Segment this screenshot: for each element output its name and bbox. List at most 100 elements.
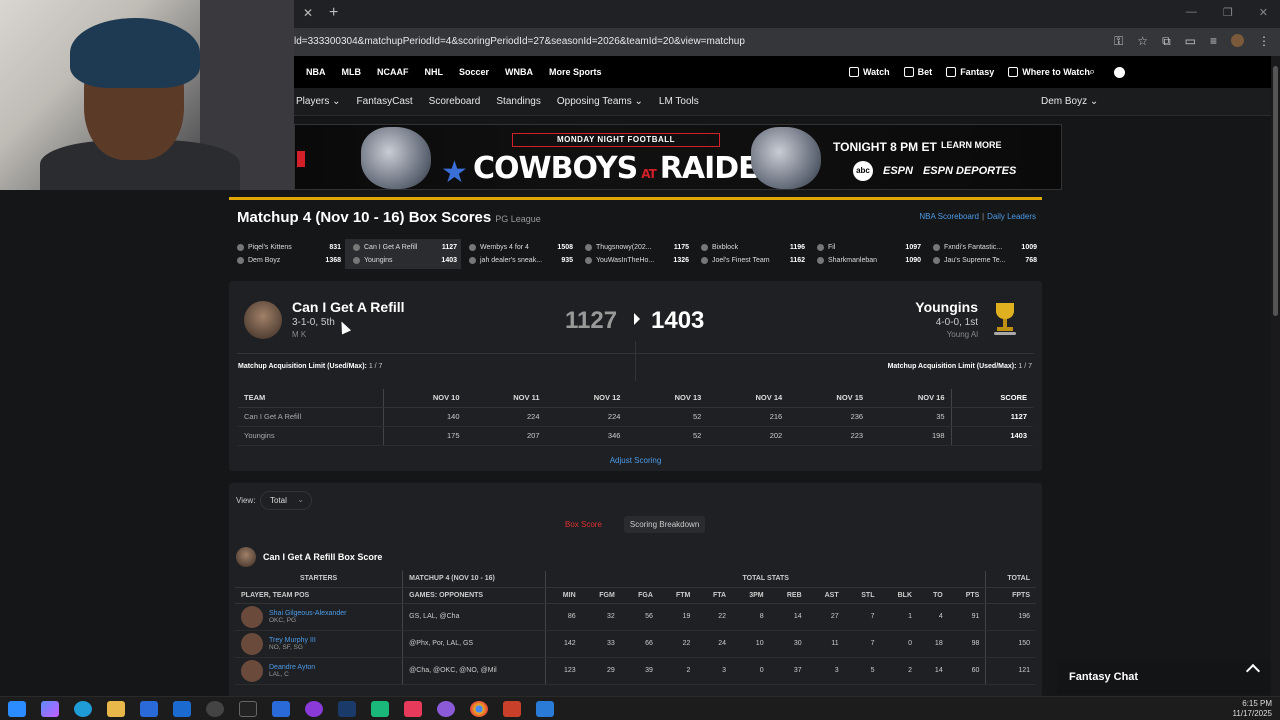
taskbar-clock[interactable]: 6:15 PM 11/17/2025: [1233, 699, 1272, 719]
player-games: GS, LAL, @Cha: [402, 603, 547, 631]
ticker-matchup[interactable]: Wembys 4 for 4 1508 jah dealer's sneak...…: [461, 239, 577, 269]
acq-value: 1 / 7: [368, 363, 383, 370]
ticker-matchup[interactable]: Fxndi's Fantastic... 1009 Jau's Supreme T…: [925, 239, 1041, 269]
ticker-matchup[interactable]: Thugsnowy(202... 1175 YouWasInTheHo... 132…: [577, 239, 693, 269]
nav-standings[interactable]: Standings: [496, 96, 540, 107]
tiktok-icon[interactable]: [404, 701, 422, 717]
stat-fpts: 150: [985, 630, 1036, 658]
edge-icon[interactable]: [74, 701, 92, 717]
ticker-matchup[interactable]: Fil 1097 Sharkmanleban 1090: [809, 239, 925, 269]
nav-scoreboard[interactable]: Scoreboard: [429, 96, 481, 107]
nav-nhl[interactable]: NHL: [425, 67, 444, 77]
outlook-icon[interactable]: [173, 701, 191, 717]
player-name-link[interactable]: Shai Gilgeous-Alexander: [269, 610, 346, 617]
ticker-matchup[interactable]: Bixblock 1196 Joel's Finest Team 1162: [693, 239, 809, 269]
ad-banner[interactable]: MONDAY NIGHT FOOTBALL ★ COWBOYS AT RAIDERS…: [294, 124, 1062, 190]
ticker-score: 1097: [905, 244, 921, 251]
nav-soccer[interactable]: Soccer: [459, 67, 489, 77]
settings-icon[interactable]: [206, 701, 224, 717]
extensions-icon[interactable]: ⧉: [1162, 34, 1171, 49]
profile-avatar[interactable]: [1231, 34, 1244, 47]
close-window-icon[interactable]: ✕: [1259, 6, 1268, 19]
trophy-icon[interactable]: [992, 301, 1018, 337]
clock-date: 11/17/2025: [1232, 709, 1272, 718]
nba-scoreboard-link[interactable]: NBA Scoreboard: [919, 212, 979, 221]
address-bar-icons: ⚿ ☆ ⧉ ▭ ≡ ⋮: [1114, 34, 1270, 49]
cell: 216: [707, 407, 789, 427]
discord-icon[interactable]: [305, 701, 323, 717]
restore-icon[interactable]: ❐: [1223, 6, 1233, 19]
nav-nba[interactable]: NBA: [306, 67, 326, 77]
copilot-icon[interactable]: [41, 701, 59, 717]
password-key-icon[interactable]: ⚿: [1114, 34, 1123, 49]
card-divider: [237, 353, 1034, 354]
search-icon[interactable]: ⌕: [1089, 66, 1095, 79]
nav-lm-tools[interactable]: LM Tools: [659, 96, 699, 107]
group-header-row: STARTERS MATCHUP 4 (NOV 10 - 16) TOTAL S…: [235, 571, 1036, 588]
daily-leaders-link[interactable]: Daily Leaders: [987, 212, 1036, 221]
page-scrollbar[interactable]: [1271, 56, 1280, 696]
app-icon[interactable]: [272, 701, 290, 717]
team-avatar-left[interactable]: [244, 301, 282, 339]
steam-icon[interactable]: [338, 701, 356, 717]
game-app-icon[interactable]: [371, 701, 389, 717]
team-logo: [817, 244, 824, 251]
adjust-scoring-link[interactable]: Adjust Scoring: [229, 456, 1042, 465]
bookmark-star-icon[interactable]: ☆: [1137, 34, 1148, 49]
chevron-up-icon[interactable]: [1245, 663, 1261, 679]
file-explorer-icon[interactable]: [107, 701, 125, 717]
where-to-watch-link[interactable]: Where to Watch: [1008, 67, 1090, 77]
winner-arrow-icon: [634, 313, 640, 325]
tab-scoring-breakdown[interactable]: Scoring Breakdown: [623, 516, 706, 533]
epic-games-icon[interactable]: [239, 701, 257, 717]
stat-3pm: 8: [732, 603, 770, 631]
store-icon[interactable]: [140, 701, 158, 717]
media-icon[interactable]: ≡: [1210, 34, 1217, 49]
nav-fantasycast[interactable]: FantasyCast: [357, 96, 413, 107]
player-headshot[interactable]: [241, 605, 263, 628]
new-tab-icon[interactable]: +: [329, 4, 338, 22]
nav-more-sports[interactable]: More Sports: [549, 67, 602, 77]
team-right-name[interactable]: Youngins: [915, 299, 978, 315]
ticker-matchup-active[interactable]: Can I Get A Refill 1127 Youngins 1403: [345, 239, 461, 269]
fantasy-nav-items: Players ⌄ FantasyCast Scoreboard Standin…: [296, 96, 699, 107]
cast-icon[interactable]: ▭: [1185, 34, 1196, 49]
watch-icon: [849, 67, 859, 77]
watch-link[interactable]: Watch: [849, 67, 890, 77]
stat-fgm: 29: [581, 657, 621, 685]
stat-pts: 98: [948, 630, 987, 658]
close-tab-icon[interactable]: ✕: [303, 6, 313, 20]
minimize-icon[interactable]: —: [1186, 6, 1197, 19]
nav-mlb[interactable]: MLB: [342, 67, 362, 77]
windows-start-icon[interactable]: [8, 701, 26, 717]
tab-box-score[interactable]: Box Score: [559, 516, 608, 533]
player-headshot[interactable]: [241, 632, 263, 655]
nav-ncaaf[interactable]: NCAAF: [377, 67, 409, 77]
new-app-icon[interactable]: [536, 701, 554, 717]
player-name-link[interactable]: Trey Murphy III: [269, 637, 316, 644]
ad-learn-more[interactable]: LEARN MORE: [941, 140, 1002, 150]
player-name-link[interactable]: Deandre Ayton: [269, 664, 315, 671]
nav-opposing-teams[interactable]: Opposing Teams ⌄: [557, 96, 643, 107]
scrollbar-thumb[interactable]: [1273, 66, 1278, 316]
browser-menu-icon[interactable]: ⋮: [1258, 34, 1270, 49]
nav-players[interactable]: Players ⌄: [296, 96, 341, 107]
my-team-menu[interactable]: Dem Boyz ⌄: [1041, 96, 1098, 107]
user-icon[interactable]: [1114, 67, 1125, 78]
bet-link[interactable]: Bet: [903, 67, 932, 77]
col-pts: PTS: [948, 587, 987, 604]
view-select[interactable]: Total ⌄: [260, 491, 312, 510]
player-team-pos: LAL, C: [269, 670, 289, 678]
team-left-name[interactable]: Can I Get A Refill: [292, 299, 405, 315]
team-logo: [585, 257, 592, 264]
podcast-icon[interactable]: [437, 701, 455, 717]
fantasy-chat-panel[interactable]: Fantasy Chat: [1057, 660, 1270, 694]
nav-wnba[interactable]: WNBA: [505, 67, 533, 77]
fantasy-app-icon[interactable]: [503, 701, 521, 717]
fantasy-link[interactable]: Fantasy: [946, 67, 994, 77]
chrome-icon[interactable]: [470, 701, 488, 717]
ticker-matchup[interactable]: Piqel's Kittens 831 Dem Boyz 1368: [229, 239, 345, 269]
player-headshot[interactable]: [241, 659, 263, 682]
url-field[interactable]: ld=333300304&matchupPeriodId=4&scoringPe…: [294, 36, 745, 47]
fantasy-chat-label: Fantasy Chat: [1069, 671, 1139, 683]
